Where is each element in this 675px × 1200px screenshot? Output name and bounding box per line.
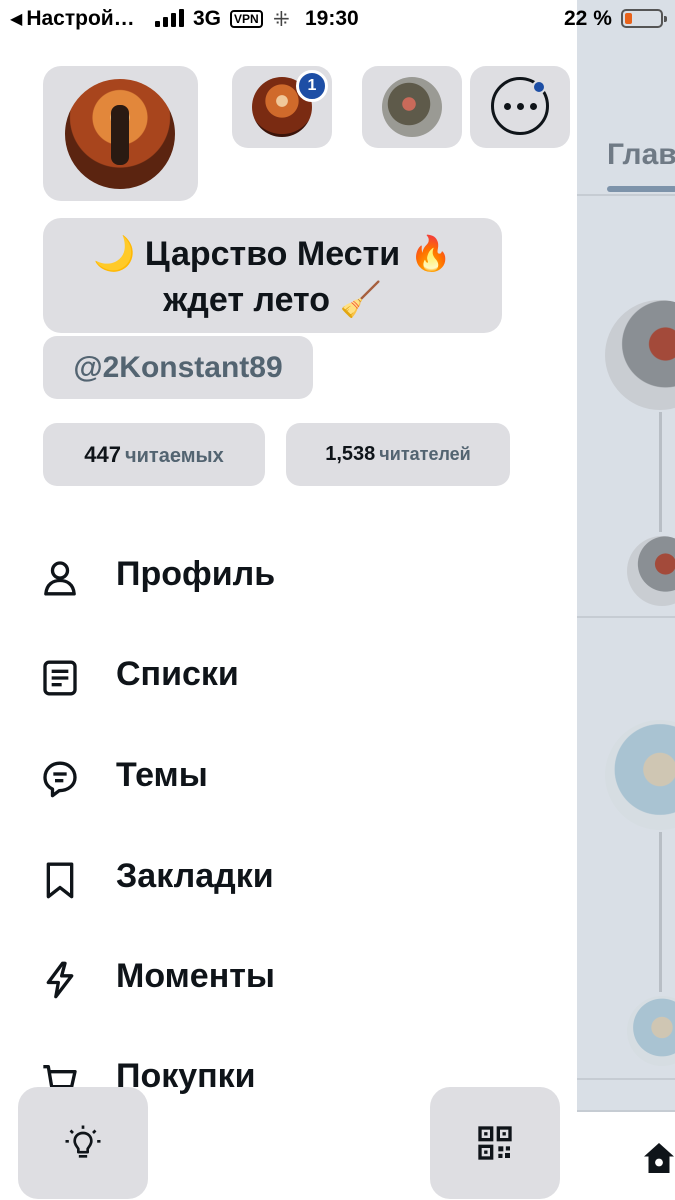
- back-arrow-icon: ◀: [10, 11, 23, 28]
- menu-label: Закладки: [116, 857, 274, 895]
- background-timeline[interactable]: Главная: [577, 0, 675, 1200]
- tweet-avatar[interactable]: [627, 536, 675, 606]
- clock: 19:30: [305, 7, 359, 30]
- home-icon[interactable]: [641, 1140, 675, 1176]
- tweet-avatar[interactable]: [627, 996, 675, 1066]
- lightbulb-icon: [65, 1125, 101, 1158]
- tweet-avatar[interactable]: [605, 300, 675, 410]
- menu-item-profile[interactable]: Профиль: [0, 533, 577, 623]
- topics-icon: [43, 761, 77, 798]
- more-accounts-button[interactable]: [470, 66, 570, 148]
- menu-item-lists[interactable]: Списки: [0, 633, 577, 723]
- qr-code-icon: [478, 1126, 512, 1160]
- night-mode-button[interactable]: [18, 1087, 148, 1199]
- signal-icon: [155, 9, 184, 27]
- following-number: 447: [84, 442, 122, 467]
- display-name[interactable]: 🌙 Царство Мести 🔥 ждет лето 🧹: [43, 218, 502, 333]
- list-icon: [43, 660, 77, 696]
- timeline-tab-home[interactable]: Главная: [607, 138, 675, 172]
- tab-underline: [607, 186, 675, 192]
- bookmark-icon: [46, 862, 74, 899]
- followers-count[interactable]: 1,538 читателей: [286, 423, 510, 486]
- battery-level: [625, 13, 632, 24]
- battery-percent: 22 %: [564, 7, 612, 30]
- activity-spinner-icon: ⁜: [273, 9, 290, 31]
- unread-dot: [532, 80, 546, 94]
- user-handle[interactable]: @2Konstant89: [43, 336, 313, 399]
- battery-icon: [621, 9, 667, 28]
- display-name-line1: 🌙 Царство Мести 🔥: [93, 235, 452, 273]
- divider: [577, 194, 675, 196]
- lightning-icon: [46, 961, 74, 999]
- menu-item-bookmarks[interactable]: Закладки: [0, 835, 577, 925]
- thread-line: [659, 832, 662, 992]
- main-avatar-tile[interactable]: [43, 66, 198, 201]
- followers-label: читателей: [379, 444, 471, 464]
- side-drawer: 1 🌙 Царство Мести 🔥 ждет лето 🧹 @2Konsta…: [0, 0, 577, 1200]
- following-count[interactable]: 447 читаемых: [43, 423, 265, 486]
- back-label: Настрой…: [26, 7, 135, 30]
- menu-label: Темы: [116, 756, 208, 794]
- menu-item-topics[interactable]: Темы: [0, 734, 577, 824]
- menu-label: Профиль: [116, 555, 276, 593]
- status-bar: ◀ Настрой… 3G VPN ⁜ 19:30 22 %: [0, 0, 675, 38]
- notification-badge: 1: [296, 70, 328, 102]
- menu-label: Списки: [116, 655, 239, 693]
- switch-account-2[interactable]: [362, 66, 462, 148]
- display-name-line2: ждет лето 🧹: [163, 281, 382, 319]
- avatar[interactable]: [65, 79, 175, 189]
- followers-number: 1,538: [325, 443, 376, 465]
- tweet-avatar[interactable]: [605, 720, 675, 830]
- bottom-tab-bar: [577, 1110, 675, 1200]
- menu-label: Моменты: [116, 957, 275, 995]
- qr-code-button[interactable]: [430, 1087, 560, 1199]
- following-label: читаемых: [125, 445, 224, 467]
- divider: [577, 1078, 675, 1080]
- vpn-icon: VPN: [230, 10, 263, 28]
- network-type: 3G: [193, 7, 222, 30]
- account-avatar: [382, 77, 442, 137]
- back-to-settings[interactable]: ◀ Настрой…: [10, 7, 135, 31]
- menu-item-moments[interactable]: Моменты: [0, 935, 577, 1025]
- person-icon: [44, 561, 76, 596]
- thread-line: [659, 412, 662, 532]
- divider: [577, 616, 675, 618]
